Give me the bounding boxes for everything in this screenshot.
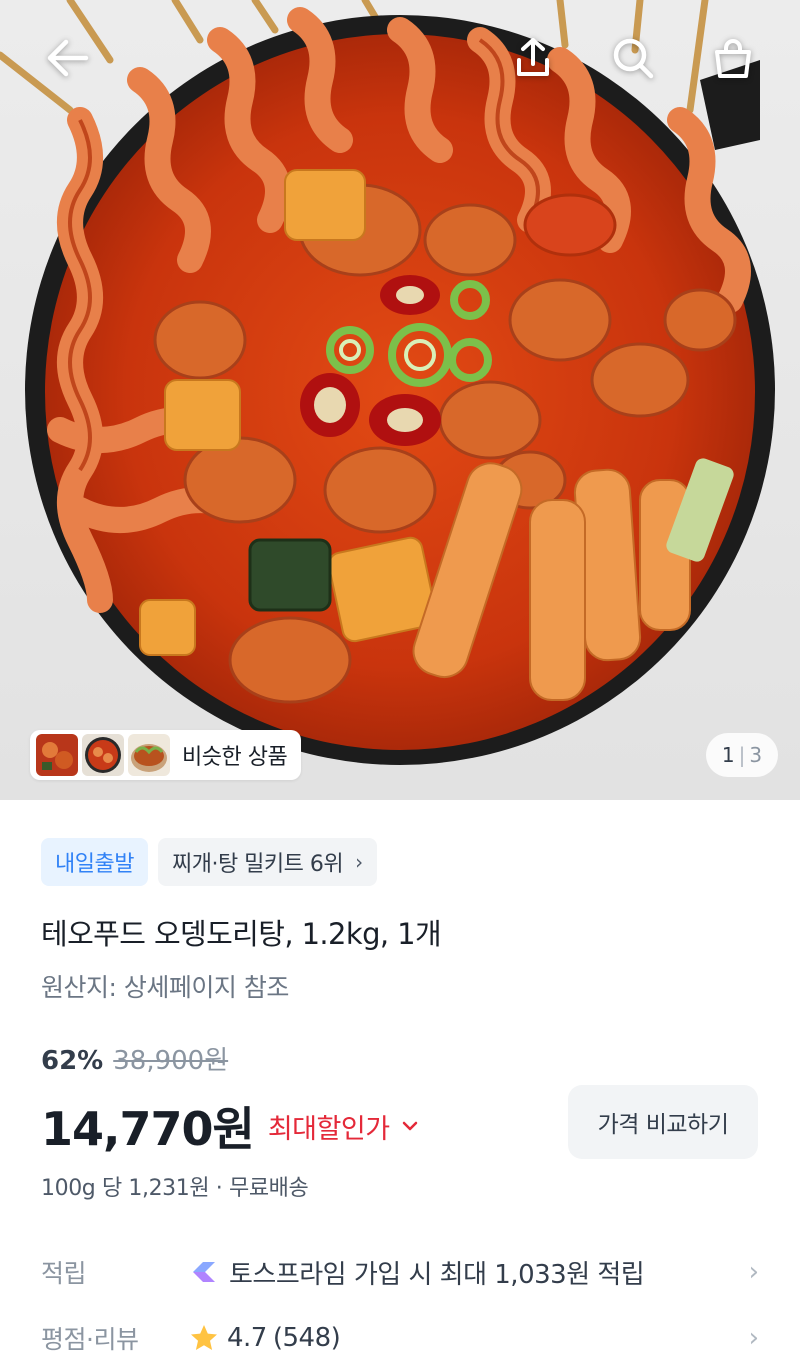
back-arrow-icon xyxy=(47,39,89,77)
pager-separator: | xyxy=(738,743,746,767)
best-discount-toggle[interactable]: 최대할인가 xyxy=(268,1107,418,1146)
discount-row: 62% 38,900원 xyxy=(41,1040,228,1077)
chevron-right-icon: › xyxy=(355,850,363,874)
best-discount-label: 최대할인가 xyxy=(267,1113,390,1145)
product-origin: 원산지: 상세페이지 참조 xyxy=(41,973,289,1002)
price-compare-button[interactable]: 가격 비교하기 xyxy=(568,1085,758,1159)
discount-rate: 62% xyxy=(41,1046,104,1076)
sale-price: 14,770원 xyxy=(41,1102,255,1156)
toss-prime-icon xyxy=(193,1262,215,1282)
chevron-right-icon: › xyxy=(748,1257,759,1287)
share-button[interactable] xyxy=(503,28,563,88)
search-icon xyxy=(613,38,654,79)
original-price: 38,900원 xyxy=(113,1046,229,1076)
ranking-badge[interactable]: 찌개·탕 밀키트 6위 › xyxy=(157,838,377,886)
points-row[interactable]: 적립 토스프라임 가입 시 최대 1,033원 적립 › xyxy=(41,1246,759,1298)
similar-products-label: 비슷한 상품 xyxy=(182,745,288,770)
back-button[interactable] xyxy=(38,28,98,88)
star-icon xyxy=(191,1325,217,1350)
unit-price-shipping: 100g 당 1,231원 · 무료배송 xyxy=(41,1176,309,1201)
product-image-carousel[interactable]: 비슷한 상품 1 | 3 xyxy=(0,0,800,800)
points-label: 적립 xyxy=(41,1259,87,1288)
review-count: (548) xyxy=(272,1323,341,1353)
pager-total: 3 xyxy=(749,743,763,767)
cart-bag-icon xyxy=(715,39,751,78)
cart-button[interactable] xyxy=(703,28,763,88)
share-icon xyxy=(517,38,549,76)
similar-thumbnail xyxy=(82,734,124,776)
search-button[interactable] xyxy=(603,28,663,88)
badge-row: 내일출발 찌개·탕 밀키트 6위 › xyxy=(41,838,377,886)
pager-current: 1 xyxy=(721,743,735,767)
price-row: 14,770원 최대할인가 xyxy=(41,1093,418,1159)
chevron-down-icon xyxy=(402,1121,417,1131)
ranking-badge-label: 찌개·탕 밀키트 6위 xyxy=(171,852,344,877)
image-pager: 1 | 3 xyxy=(706,733,778,777)
product-photo xyxy=(0,0,775,765)
rating-label: 평점·리뷰 xyxy=(41,1325,139,1353)
product-title: 테오푸드 오뎅도리탕, 1.2kg, 1개 xyxy=(41,917,442,951)
points-value-text: 토스프라임 가입 시 최대 1,033원 적립 xyxy=(229,1259,645,1290)
rating-row[interactable]: 평점·리뷰 4.7 (548) › xyxy=(41,1312,759,1353)
chevron-right-icon: › xyxy=(748,1323,759,1353)
similar-products-button[interactable]: 비슷한 상품 xyxy=(30,730,302,780)
similar-thumbnail xyxy=(128,734,170,776)
rating-score: 4.7 xyxy=(227,1323,267,1353)
similar-thumbnail xyxy=(36,734,78,776)
rating-value: 4.7 (548) xyxy=(189,1323,749,1353)
points-value: 토스프라임 가입 시 최대 1,033원 적립 xyxy=(189,1254,749,1291)
price-compare-label: 가격 비교하기 xyxy=(597,1112,729,1138)
delivery-badge-label: 내일출발 xyxy=(55,852,134,877)
delivery-badge: 내일출발 xyxy=(41,838,148,886)
